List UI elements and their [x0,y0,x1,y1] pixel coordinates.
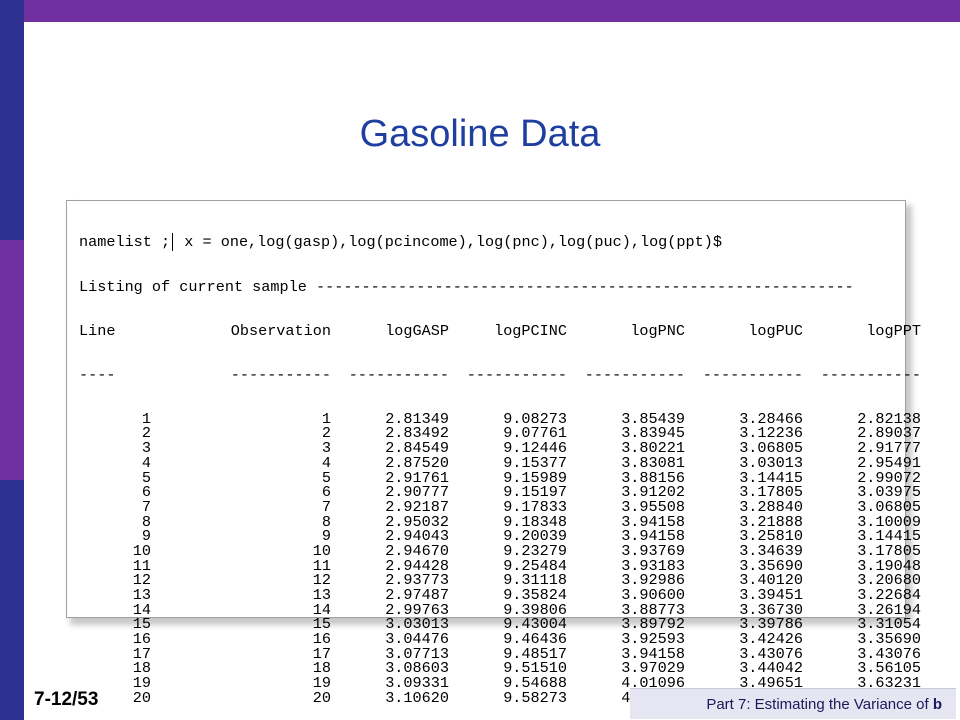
slide-title: Gasoline Data [359,113,601,155]
command-prefix: namelist ; [79,233,171,252]
command-text: x = one,log(gasp),log(pcincome),log(pnc)… [175,233,722,252]
header-rule: ----------- [466,365,567,384]
observation-cell: 2 [321,424,331,443]
observation-cell: 5 [321,468,331,487]
header-logpcinc-col: logPCINC [494,321,567,340]
footer-text: Part 7: Estimating the Variance of b [706,696,942,713]
header-logpnc-col: logPNC [630,321,685,340]
observation-cell: 1 [321,409,331,428]
observation-cell: 12 [312,571,331,590]
slide-number: 7-12/53 [34,689,99,710]
header-line: Line Observation logGASP logPCINC logPNC logP… [79,321,921,340]
loggasp-cell: 3.10620 [385,688,449,707]
listing-line: Listing of current sample --------------… [79,277,921,296]
footer-prefix: Part 7: Estimating the Variance of [706,696,933,713]
line-number-cell: 6 [141,483,151,502]
observation-cell: 17 [312,644,331,663]
side-accent-bar [0,0,24,720]
top-accent-bar [0,0,960,22]
side-bar-segment [0,240,24,480]
footer-box: Part 7: Estimating the Variance of b [630,688,956,719]
line-number-cell: 3 [141,439,151,458]
observation-cell: 7 [321,497,331,516]
side-bar-segment [0,480,24,720]
observation-cell: 4 [321,453,331,472]
header-rule: ----------- [230,365,331,384]
observation-cell: 11 [312,556,331,575]
observation-cell: 16 [312,630,331,649]
header-rule: ---- [79,365,116,384]
observation-cell: 3 [321,439,331,458]
header-logpuc-col: logPUC [748,321,803,340]
observation-cell: 20 [312,688,331,707]
line-number-cell: 5 [141,468,151,487]
observation-cell: 6 [321,483,331,502]
observation-cell: 14 [312,600,331,619]
observation-cell: 8 [321,512,331,531]
observation-cell: 9 [321,527,331,546]
observation-cell: 10 [312,541,331,560]
observation-cell: 19 [312,674,331,693]
line-number-cell: 1 [141,409,151,428]
listing-rule: ----------------------------------------… [315,277,854,296]
listing-label: Listing of current sample [79,277,307,296]
observation-cell: 13 [312,586,331,605]
observation-cell: 18 [312,659,331,678]
line-number-cell: 8 [141,512,151,531]
header-rule: ----------- [820,365,921,384]
header-line-col: Line [79,321,116,340]
line-number-cell: 2 [141,424,151,443]
text-cursor [172,233,174,252]
terminal-output-window[interactable]: namelist ; x = one,log(gasp),log(pcincom… [66,200,921,705]
logpcinc-cell: 9.58273 [503,688,567,707]
header-logppt-col: logPPT [866,321,921,340]
line-number-cell: 4 [141,453,151,472]
header-rule-line: ---- ----------- ----------- ----------- ---… [79,365,921,384]
header-observation-col: Observation [230,321,331,340]
header-loggasp-col: logGASP [385,321,449,340]
observation-cell: 15 [312,615,331,634]
header-rule: ----------- [348,365,449,384]
command-line: namelist ; x = one,log(gasp),log(pcincom… [79,233,921,252]
header-rule: ----------- [702,365,803,384]
line-number-cell: 7 [141,497,151,516]
terminal-text: namelist ; x = one,log(gasp),log(pcincom… [79,206,921,706]
header-rule: ----------- [584,365,685,384]
footer-bold-symbol: b [932,696,942,713]
